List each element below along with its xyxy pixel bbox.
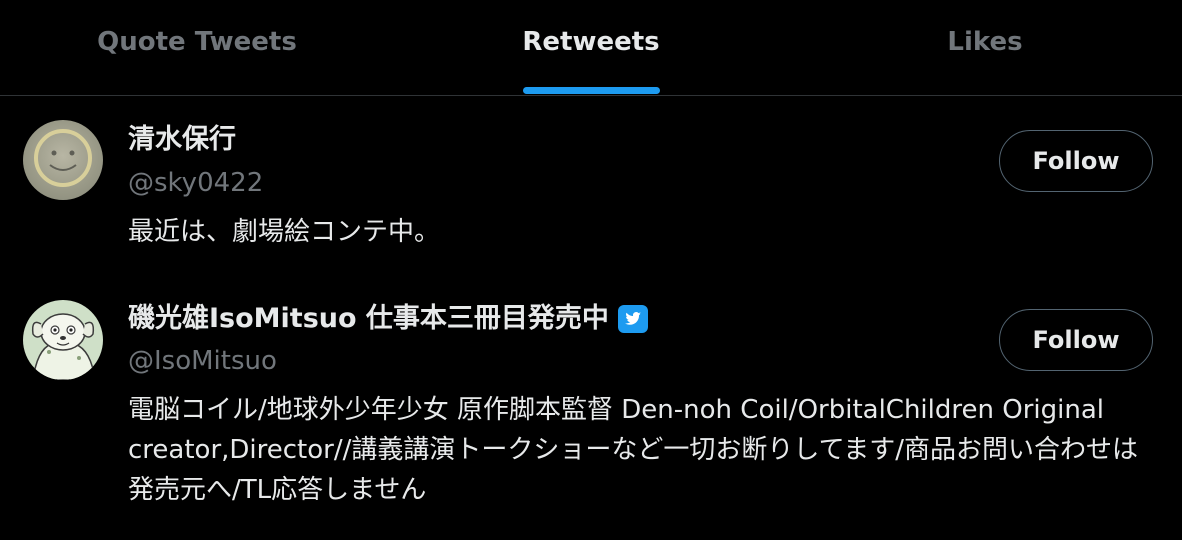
user-cell[interactable]: 磯光雄IsoMitsuo 仕事本三冊目発売中 @IsoMitsuo 電脳コイル/…	[0, 270, 1182, 540]
smiley-face-avatar[interactable]	[23, 120, 103, 200]
display-name[interactable]: 清水保行	[128, 121, 236, 159]
display-name[interactable]: 磯光雄IsoMitsuo 仕事本三冊目発売中	[128, 300, 649, 338]
user-bio: 最近は、劇場絵コンテ中。	[128, 217, 441, 247]
user-cell[interactable]: 清水保行 @sky0422 最近は、劇場絵コンテ中。 Follow	[0, 0, 1182, 270]
twitter-bird-badge-icon	[617, 304, 649, 334]
follow-button[interactable]: Follow	[999, 130, 1153, 192]
username-handle[interactable]: @IsoMitsuo	[128, 343, 277, 379]
follow-button[interactable]: Follow	[999, 309, 1153, 371]
user-bio: 電脳コイル/地球外少年少女 原作脚本監督 Den-noh Coil/Orbita…	[128, 395, 1139, 505]
cartoon-dog-avatar[interactable]	[23, 300, 103, 380]
username-handle[interactable]: @sky0422	[128, 165, 263, 201]
